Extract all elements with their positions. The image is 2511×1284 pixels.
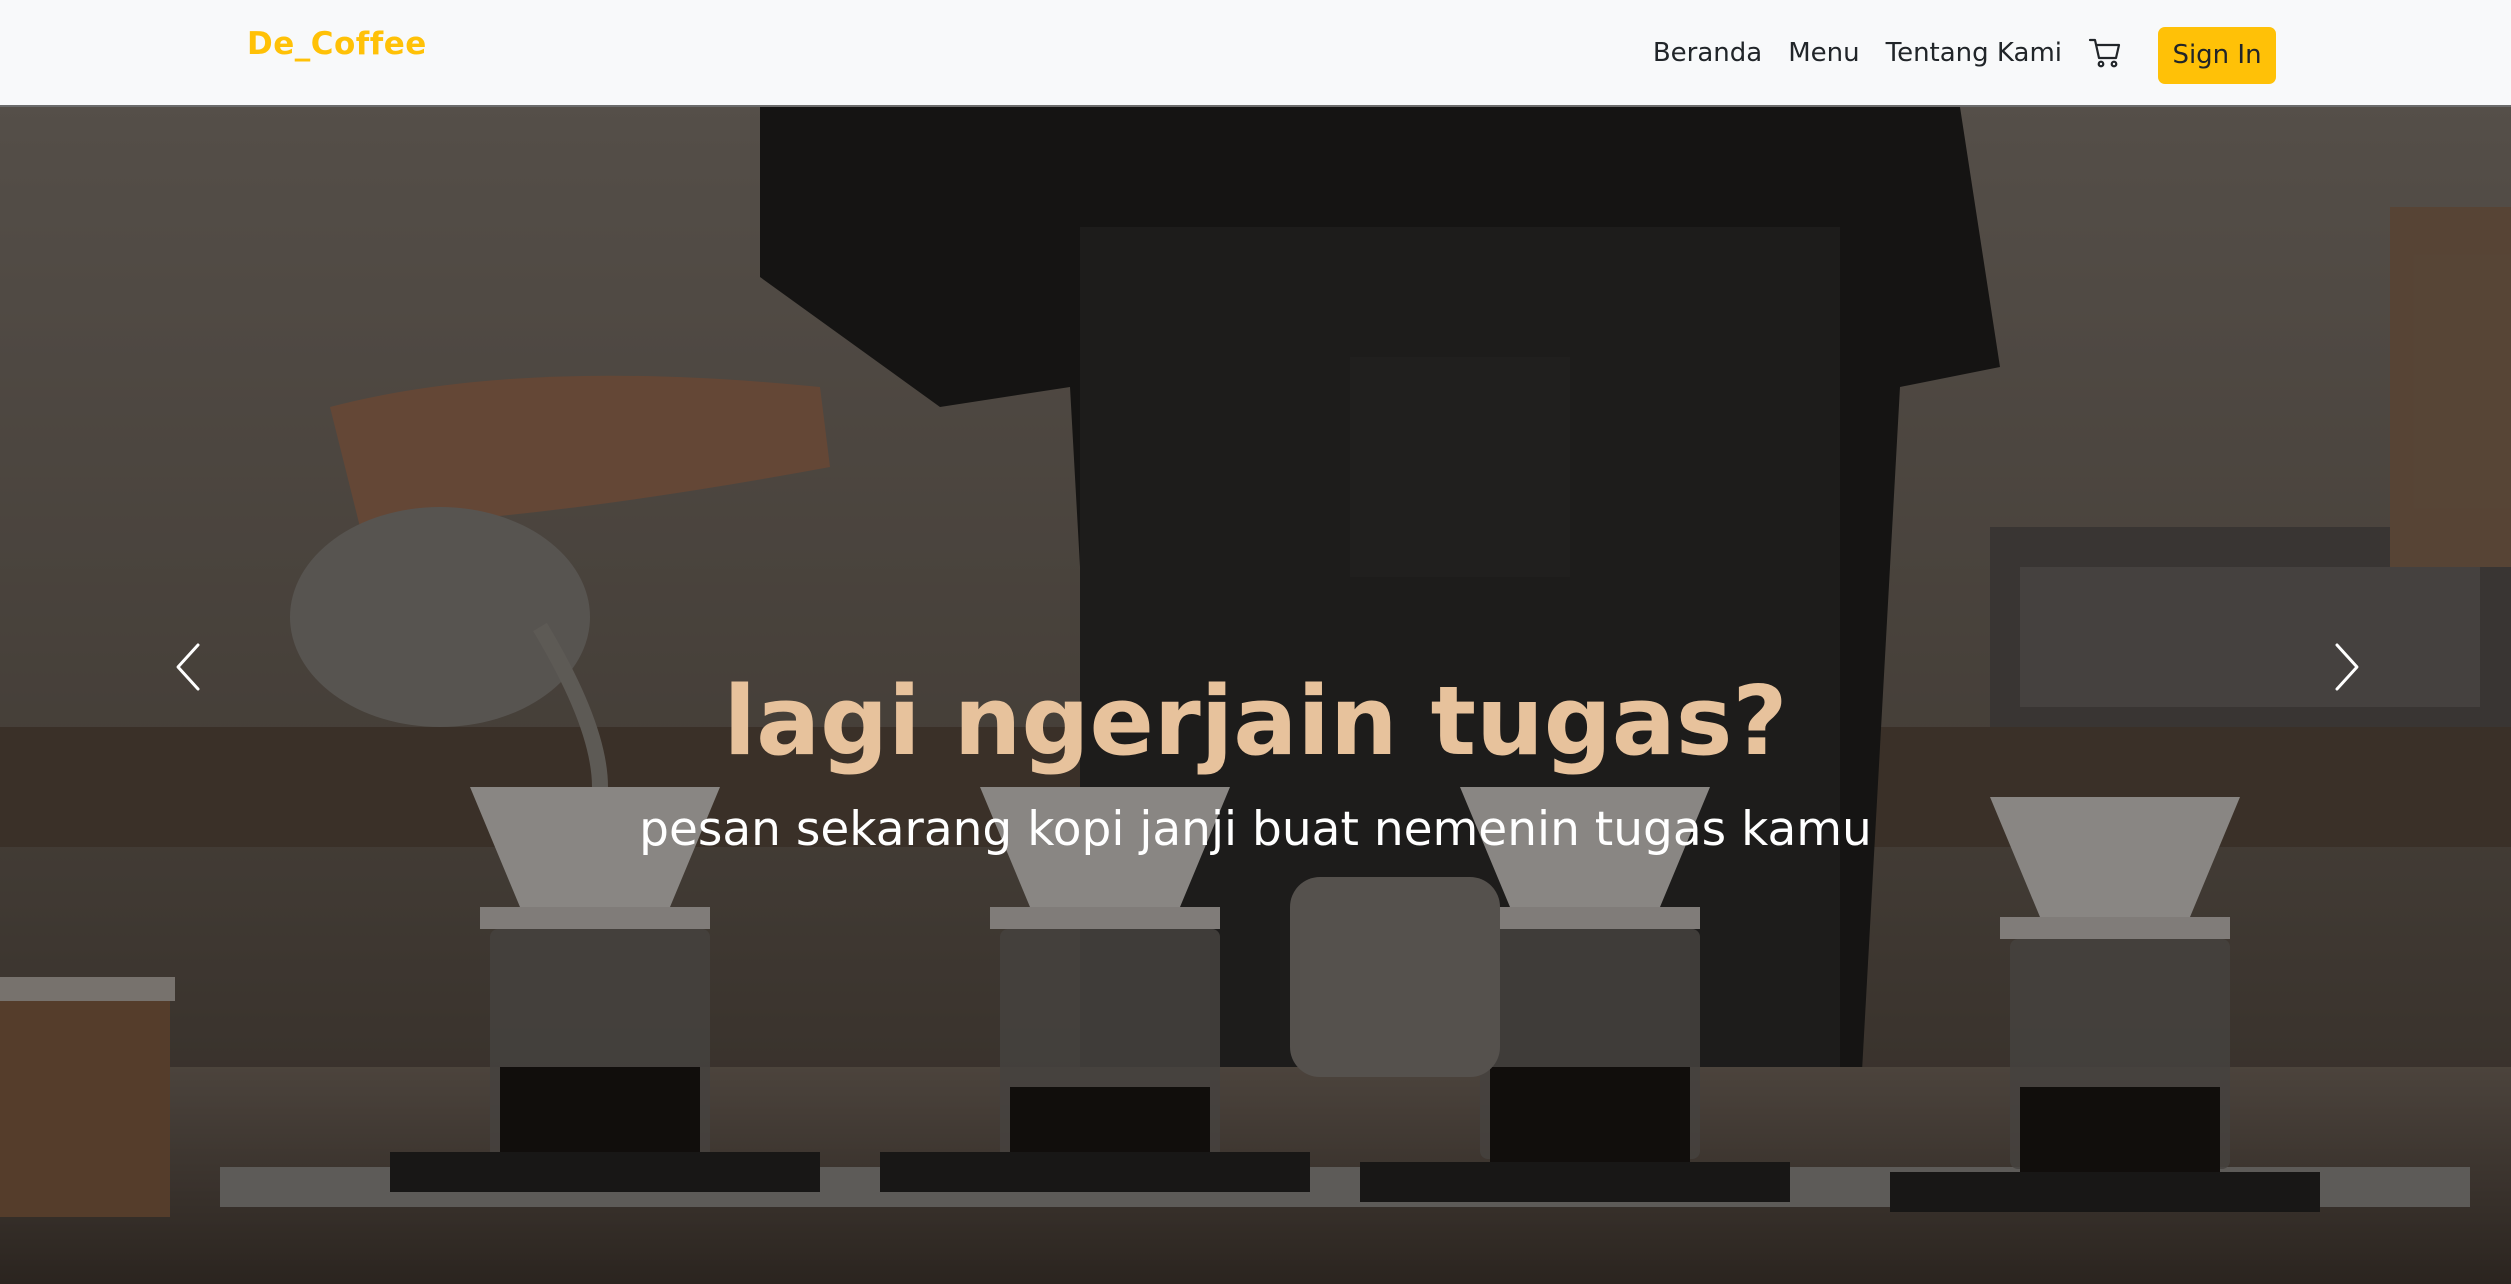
nav-link-beranda[interactable]: Beranda <box>1653 38 1762 68</box>
hero-subtitle: pesan sekarang kopi janji buat nemenin t… <box>639 802 1872 857</box>
nav-links: Beranda Menu Tentang Kami Sign In <box>1653 0 2511 105</box>
nav-link-tentang-kami[interactable]: Tentang Kami <box>1886 38 2062 68</box>
navbar: De_Coffee Beranda Menu Tentang Kami Sign… <box>0 0 2511 107</box>
sign-in-button[interactable]: Sign In <box>2158 26 2276 84</box>
cart-icon[interactable] <box>2088 35 2124 71</box>
hero-carousel: lagi ngerjain tugas? pesan sekarang kopi… <box>0 107 2511 1284</box>
nav-link-menu[interactable]: Menu <box>1788 38 1859 68</box>
brand-logo[interactable]: De_Coffee <box>247 26 427 62</box>
hero-title: lagi ngerjain tugas? <box>723 667 1788 777</box>
